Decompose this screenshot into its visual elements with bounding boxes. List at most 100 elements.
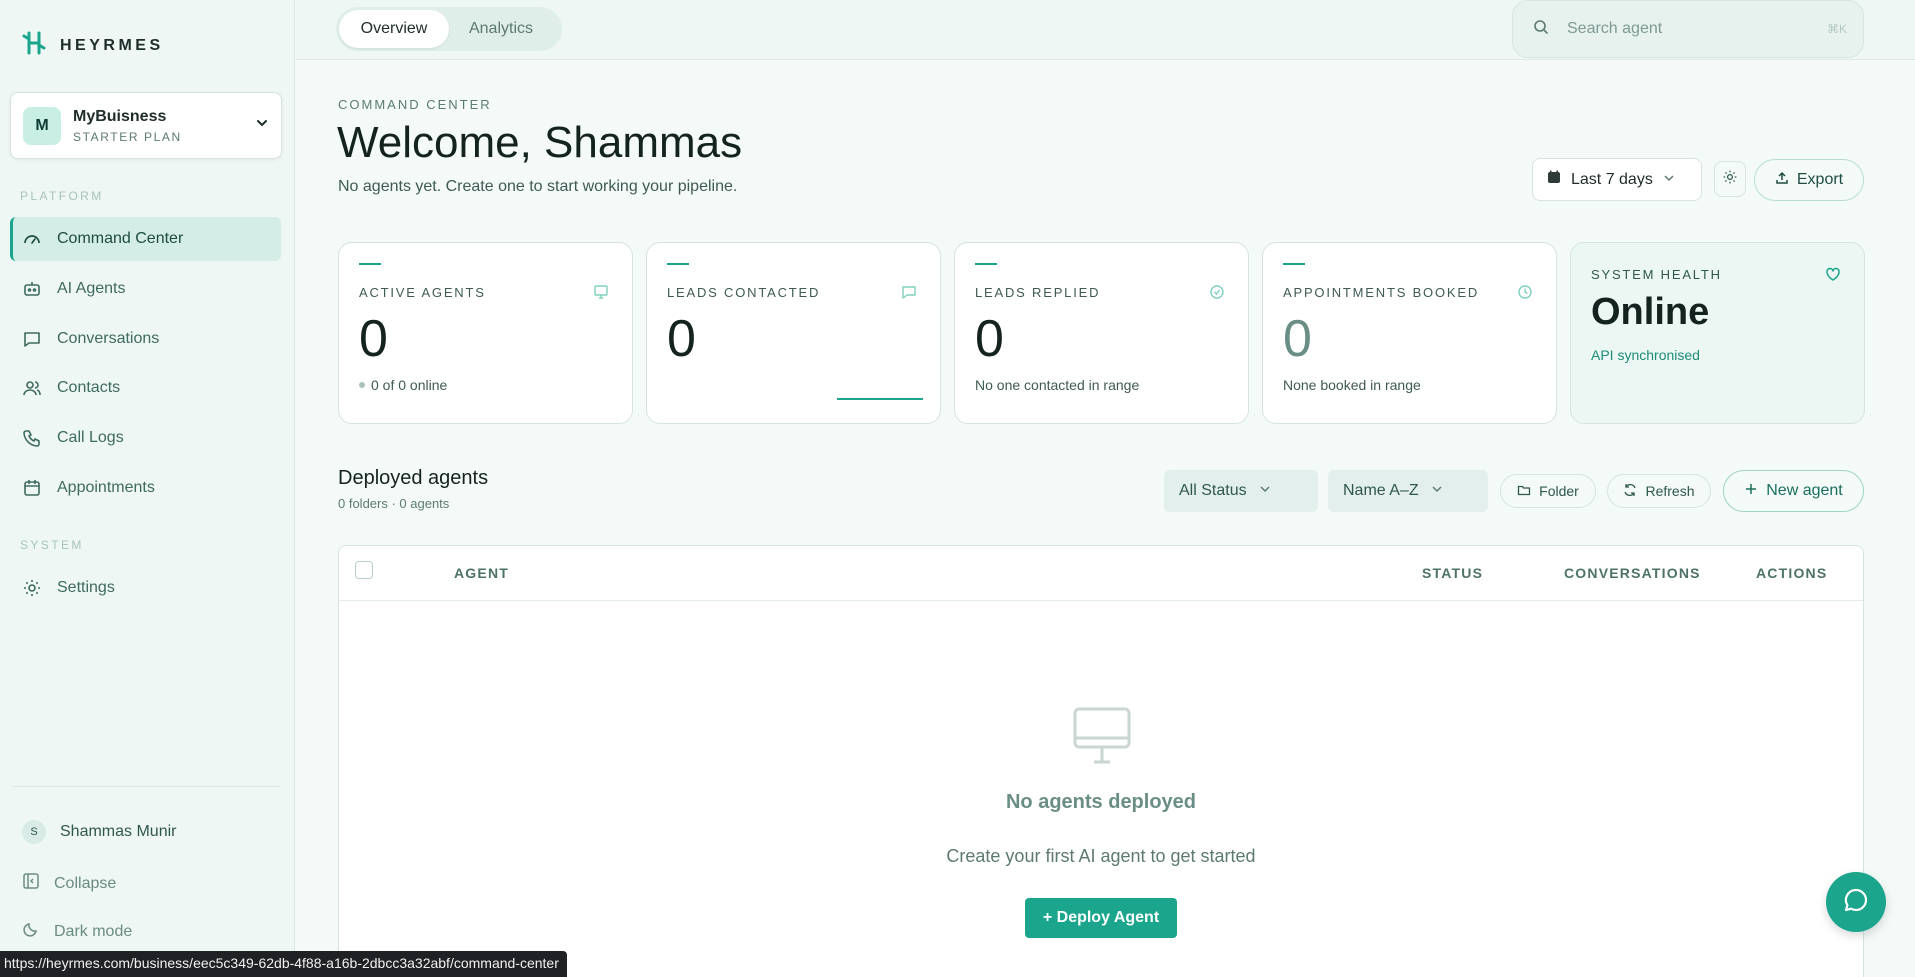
column-header-agent[interactable]: AGENT: [454, 565, 509, 581]
browser-status-url: https://heyrmes.com/business/eec5c349-62…: [0, 951, 567, 977]
sidebar-item-label: Appointments: [57, 479, 155, 496]
empty-state-subtitle: Create your first AI agent to get starte…: [946, 846, 1256, 866]
card-accent: [1283, 263, 1305, 265]
topbar: Overview Analytics Search agent ⌘K: [296, 0, 1915, 60]
business-avatar: M: [23, 106, 61, 145]
sidebar-item-command-center[interactable]: Command Center: [10, 217, 281, 261]
stat-label: LEADS REPLIED: [975, 285, 1101, 300]
status-filter-select[interactable]: All Status: [1164, 470, 1318, 512]
robot-icon: [21, 278, 43, 300]
upload-icon: [1775, 171, 1789, 190]
sidebar-item-ai-agents[interactable]: AI Agents: [10, 267, 281, 311]
stat-card-appointments-booked: APPOINTMENTS BOOKED 0 None booked in ran…: [1262, 242, 1557, 424]
phone-icon: [21, 427, 43, 449]
search-placeholder: Search agent: [1567, 20, 1663, 37]
gear-icon: [21, 577, 43, 599]
sort-label: Name A–Z: [1343, 482, 1419, 499]
sort-select[interactable]: Name A–Z: [1328, 470, 1488, 512]
folder-button[interactable]: Folder: [1500, 474, 1596, 508]
sidebar-item-conversations[interactable]: Conversations: [10, 317, 281, 361]
stat-card-leads-contacted: LEADS CONTACTED 0: [646, 242, 941, 424]
view-tabs: Overview Analytics: [336, 7, 562, 51]
section-meta: 0 folders · 0 agents: [338, 496, 450, 511]
sidebar-item-label: Contacts: [57, 379, 121, 396]
stat-foot: 0 of 0 online: [359, 377, 447, 393]
page-subtitle: No agents yet. Create one to start worki…: [338, 178, 738, 195]
folder-icon: [1517, 483, 1531, 500]
page-eyebrow: COMMAND CENTER: [338, 97, 492, 112]
sidebar-item-label: Command Center: [57, 230, 184, 247]
sidebar-item-label: Call Logs: [57, 429, 124, 446]
message-icon: [900, 283, 918, 301]
monitor-icon: [1072, 706, 1132, 771]
deploy-agent-button[interactable]: + Deploy Agent: [1025, 898, 1177, 938]
message-square-icon: [21, 328, 43, 350]
stat-label: LEADS CONTACTED: [667, 285, 821, 300]
sidebar-item-label: AI Agents: [57, 280, 126, 297]
card-accent: [359, 263, 381, 265]
chevron-down-icon: [255, 116, 269, 135]
stat-foot: No one contacted in range: [975, 377, 1140, 393]
moon-icon: [22, 920, 40, 943]
search-input[interactable]: Search agent ⌘K: [1512, 0, 1864, 58]
chat-bubble-icon: [1842, 886, 1870, 919]
empty-state-title: No agents deployed: [1005, 791, 1197, 813]
chevron-down-icon: [1663, 171, 1675, 189]
stat-value: 0: [975, 310, 1004, 368]
check-circle-icon: [1208, 283, 1226, 301]
sidebar-item-label: Settings: [57, 579, 115, 596]
system-health-card: SYSTEM HEALTH Online API synchronised: [1570, 242, 1865, 424]
stat-value: 0: [359, 310, 388, 368]
sidebar-item-settings[interactable]: Settings: [10, 566, 281, 610]
user-name: Shammas Munir: [60, 823, 177, 840]
heart-icon: [1824, 265, 1842, 283]
export-button[interactable]: Export: [1754, 159, 1864, 201]
dark-mode-label: Dark mode: [54, 922, 133, 940]
stat-foot: None booked in range: [1283, 377, 1421, 393]
business-name: MyBuisness: [73, 107, 167, 125]
sidebar-collapse-icon: [22, 872, 40, 895]
gauge-icon: [21, 228, 43, 250]
column-header-actions: ACTIONS: [1756, 565, 1828, 581]
sidebar-item-call-logs[interactable]: Call Logs: [10, 416, 281, 460]
column-header-status[interactable]: STATUS: [1422, 565, 1483, 581]
sidebar: HEYRMES M MyBuisness STARTER PLAN PLATFO…: [0, 0, 295, 977]
section-title: Deployed agents: [338, 467, 489, 489]
sidebar-item-appointments[interactable]: Appointments: [10, 466, 281, 510]
user-profile[interactable]: S Shammas Munir: [22, 820, 176, 844]
search-shortcut: ⌘K: [1826, 22, 1847, 36]
table-header: AGENT STATUS CONVERSATIONS ACTIONS: [339, 546, 1863, 601]
chat-support-button[interactable]: [1826, 872, 1886, 932]
status-filter-label: All Status: [1179, 482, 1247, 499]
collapse-label: Collapse: [54, 874, 117, 892]
select-all-checkbox[interactable]: [355, 561, 373, 579]
search-icon: [1533, 19, 1549, 40]
sidebar-item-contacts[interactable]: Contacts: [10, 366, 281, 410]
dark-mode-toggle[interactable]: Dark mode: [22, 920, 132, 943]
stat-card-active-agents: ACTIVE AGENTS 0 0 of 0 online: [338, 242, 633, 424]
refresh-button[interactable]: Refresh: [1607, 474, 1711, 508]
tab-overview[interactable]: Overview: [339, 10, 449, 48]
users-icon: [21, 377, 43, 399]
tab-analytics[interactable]: Analytics: [449, 10, 553, 48]
stat-label: ACTIVE AGENTS: [359, 285, 486, 300]
plus-icon: [1744, 482, 1758, 501]
date-range-select[interactable]: Last 7 days: [1532, 158, 1702, 201]
folder-label: Folder: [1539, 483, 1579, 499]
brand[interactable]: HEYRMES: [22, 30, 164, 61]
stat-foot-text: 0 of 0 online: [371, 377, 448, 393]
calendar-icon: [1547, 170, 1561, 189]
sidebar-divider: [12, 786, 280, 787]
refresh-label: Refresh: [1645, 483, 1695, 499]
column-header-conversations[interactable]: CONVERSATIONS: [1564, 565, 1701, 581]
heyrmes-logo-icon: [22, 30, 46, 61]
settings-button[interactable]: [1714, 161, 1746, 197]
gear-icon: [1722, 169, 1738, 190]
card-accent: [667, 263, 689, 265]
stat-value: 0: [667, 310, 696, 368]
platform-section-label: PLATFORM: [20, 189, 104, 203]
business-switcher[interactable]: M MyBuisness STARTER PLAN: [10, 92, 282, 159]
agents-table: AGENT STATUS CONVERSATIONS ACTIONS No ag…: [338, 545, 1864, 977]
new-agent-button[interactable]: New agent: [1723, 470, 1864, 512]
collapse-button[interactable]: Collapse: [22, 872, 116, 895]
